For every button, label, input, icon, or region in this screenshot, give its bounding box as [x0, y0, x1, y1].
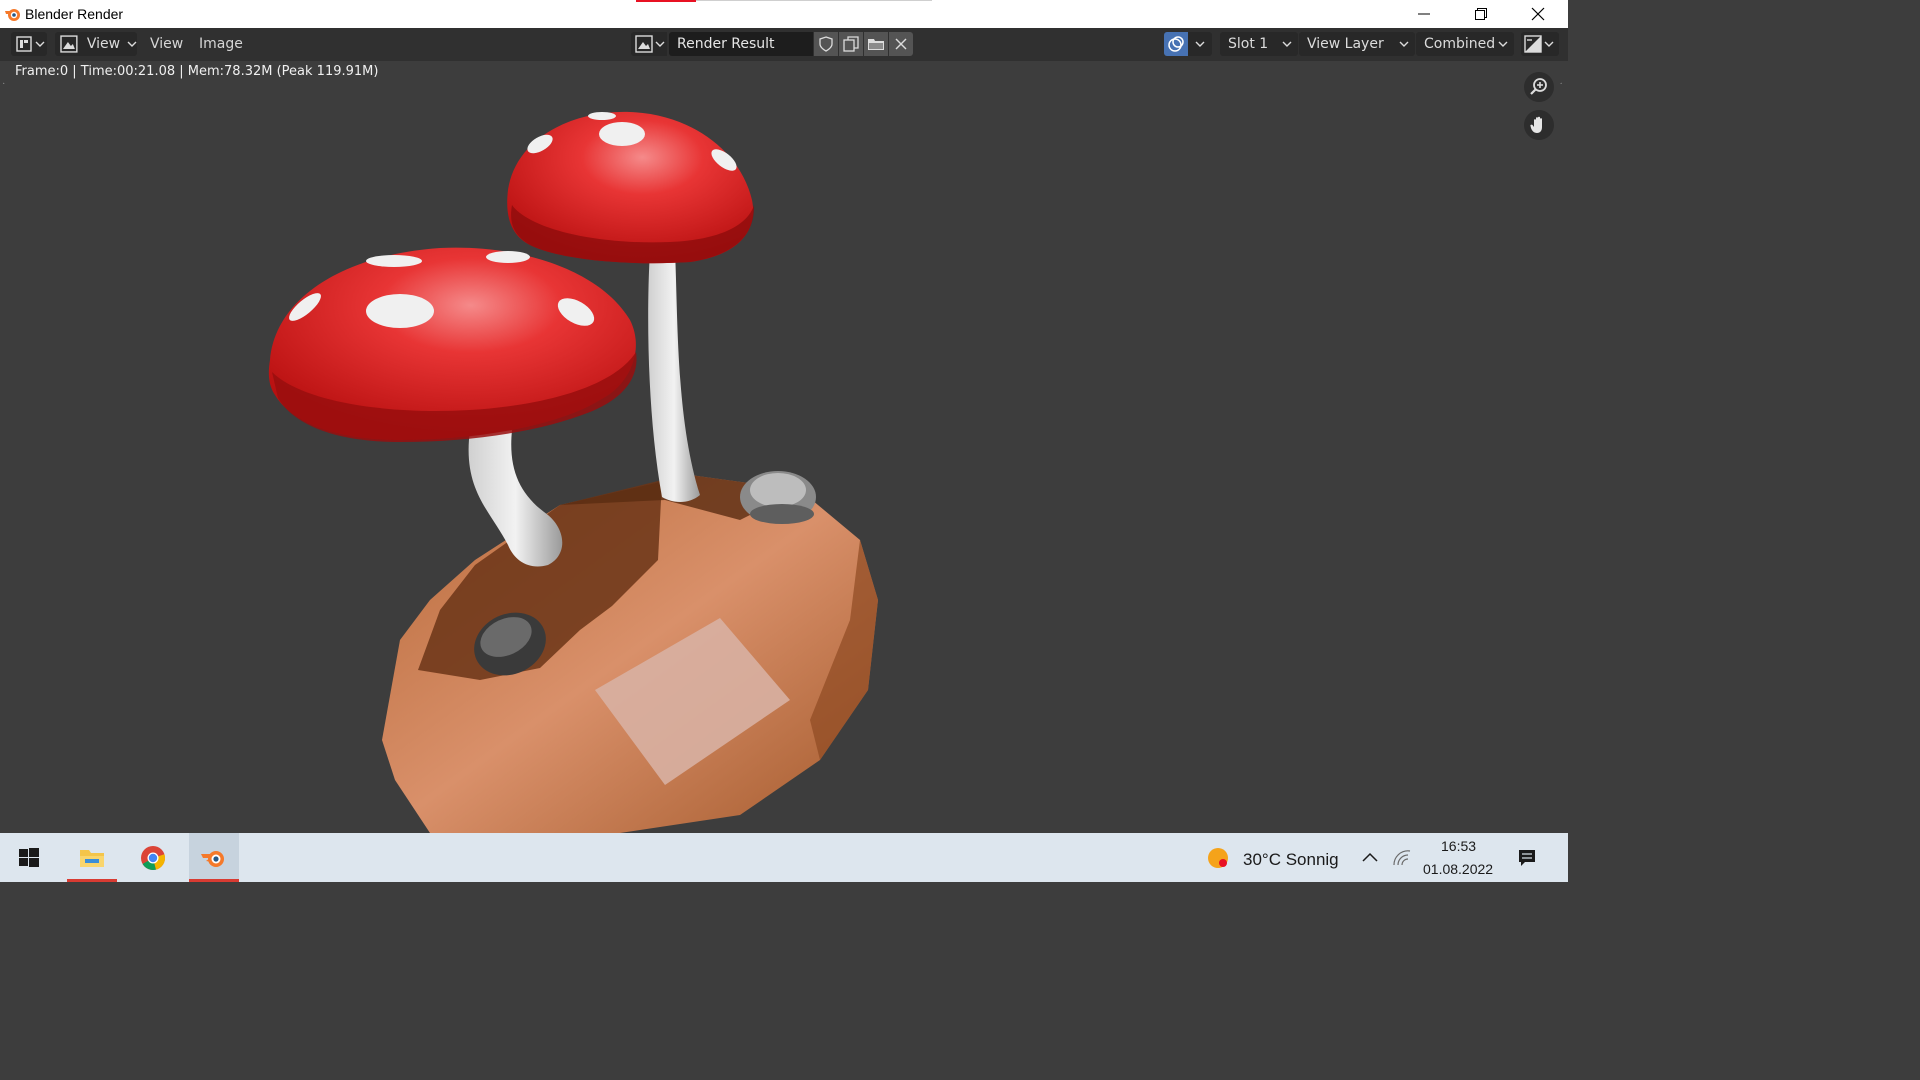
- wifi-icon[interactable]: [1392, 849, 1412, 867]
- image-editor-header: View View Image Render Result Slot 1 Vie…: [0, 28, 1568, 61]
- image-name-field[interactable]: Render Result: [669, 32, 813, 56]
- overlay-dropdown[interactable]: [1188, 32, 1212, 56]
- minimize-button[interactable]: [1395, 0, 1453, 28]
- active-app-indicator: [67, 879, 117, 882]
- title-divider-line: [696, 0, 932, 1]
- pan-button[interactable]: [1524, 110, 1554, 140]
- fake-user-button[interactable]: [814, 32, 838, 56]
- start-button[interactable]: [4, 833, 54, 882]
- notification-icon[interactable]: [1517, 848, 1537, 868]
- pass-dropdown[interactable]: Combined: [1416, 32, 1514, 56]
- view-mode-label: View: [86, 36, 121, 52]
- minimize-icon: [1418, 13, 1430, 15]
- display-channels-icon: [1524, 35, 1542, 53]
- blender-icon: [201, 850, 224, 867]
- display-channels-dropdown[interactable]: [1521, 32, 1559, 56]
- close-icon: [895, 38, 907, 50]
- overlay-icon: [1168, 36, 1184, 52]
- zoom-button[interactable]: [1524, 72, 1554, 102]
- weather-sun-icon: [1208, 848, 1228, 868]
- clock-date[interactable]: 01.08.2022: [1423, 861, 1493, 877]
- taskbar: 30°C Sonnig 16:53 01.08.2022: [0, 833, 1568, 882]
- view-mode-dropdown[interactable]: View: [55, 32, 137, 56]
- restore-icon: [1475, 8, 1487, 20]
- view-layer-label: View Layer: [1307, 36, 1384, 52]
- chevron-down-icon: [127, 41, 137, 47]
- slot-dropdown[interactable]: Slot 1: [1220, 32, 1298, 56]
- shield-icon: [819, 36, 833, 52]
- chevron-down-icon: [1498, 41, 1508, 47]
- window-title: Blender Render: [25, 6, 124, 22]
- title-accent-line: [636, 0, 696, 2]
- pass-label: Combined: [1424, 36, 1496, 52]
- file-explorer-icon: [80, 849, 104, 867]
- image-editor-icon: [16, 36, 32, 52]
- duplicate-icon: [843, 36, 859, 52]
- image-view-icon: [60, 35, 78, 53]
- blender-logo-icon: [5, 9, 20, 21]
- chrome-icon: [141, 845, 166, 870]
- overlay-toggle[interactable]: [1164, 32, 1188, 56]
- window-title-bar: Blender Render: [0, 0, 1568, 28]
- editor-type-dropdown[interactable]: [11, 32, 47, 56]
- taskbar-file-explorer[interactable]: [67, 833, 117, 882]
- pan-hand-icon: [1530, 116, 1542, 133]
- small-stone-top: [740, 471, 816, 524]
- clock-time[interactable]: 16:53: [1441, 838, 1476, 854]
- zoom-icon: [1530, 78, 1547, 95]
- chevron-down-icon: [1282, 41, 1292, 47]
- view-layer-dropdown[interactable]: View Layer: [1299, 32, 1415, 56]
- taskbar-chrome[interactable]: [128, 833, 178, 882]
- restore-button[interactable]: [1452, 0, 1510, 28]
- start-icon: [19, 847, 39, 867]
- browse-image-button[interactable]: [631, 32, 667, 56]
- chevron-down-icon: [1399, 41, 1409, 47]
- weather-text[interactable]: 30°C Sonnig: [1243, 850, 1339, 870]
- chevron-up-icon[interactable]: [1362, 852, 1378, 862]
- close-button[interactable]: [1509, 0, 1567, 28]
- unlink-image-button[interactable]: [889, 32, 913, 56]
- close-icon: [1531, 7, 1545, 21]
- chevron-down-icon: [1544, 41, 1554, 47]
- chevron-down-icon: [655, 41, 665, 47]
- new-image-button[interactable]: [839, 32, 863, 56]
- image-browse-icon: [635, 35, 653, 53]
- chevron-down-icon: [35, 41, 45, 47]
- menu-image[interactable]: Image: [199, 36, 243, 52]
- menu-view[interactable]: View: [150, 36, 183, 52]
- render-viewport[interactable]: [0, 84, 1568, 833]
- taskbar-blender[interactable]: [189, 833, 239, 882]
- open-image-button[interactable]: [864, 32, 888, 56]
- chevron-down-icon: [1195, 41, 1205, 47]
- slot-label: Slot 1: [1228, 36, 1269, 52]
- folder-icon: [868, 39, 884, 50]
- active-app-indicator: [189, 879, 239, 882]
- render-status-text: Frame:0 | Time:00:21.08 | Mem:78.32M (Pe…: [15, 64, 379, 79]
